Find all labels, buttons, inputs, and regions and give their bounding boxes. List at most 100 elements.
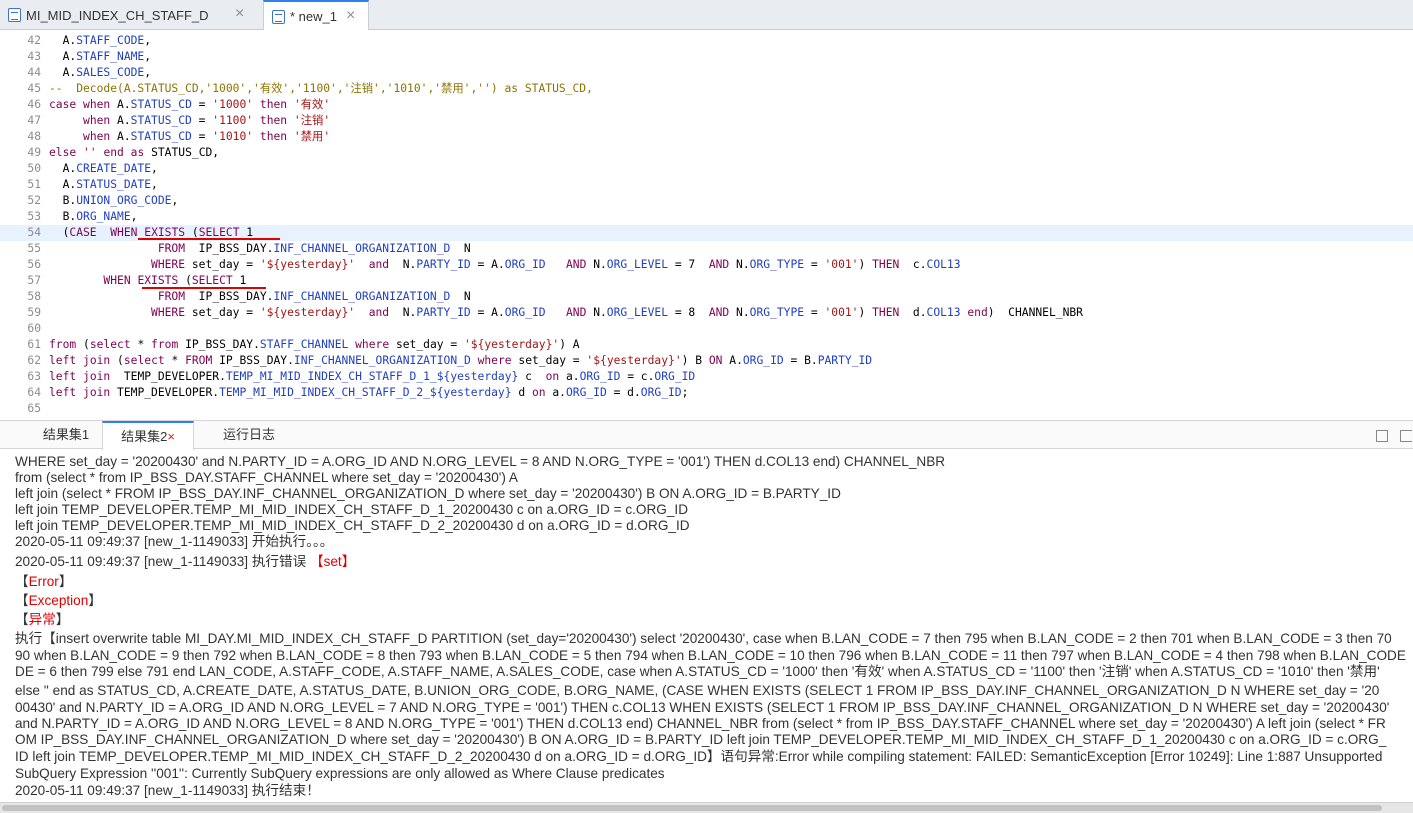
- close-icon[interactable]: ×: [167, 429, 175, 444]
- log-text: 90 when B.LAN_CODE = 9 then 792 when B.L…: [15, 648, 1406, 663]
- line-number: 53: [27, 210, 41, 223]
- log-line: left join TEMP_DEVELOPER.TEMP_MI_MID_IND…: [15, 502, 688, 518]
- log-line: left join TEMP_DEVELOPER.TEMP_MI_MID_IND…: [15, 518, 690, 534]
- line-number: 46: [27, 98, 41, 111]
- log-line: 【Exception】: [15, 593, 102, 609]
- log-line: DE = 6 then 799 else 791 end LAN_CODE, A…: [15, 664, 1380, 680]
- red-underline-annotation: [142, 287, 266, 289]
- log-line: left join (select * FROM IP_BSS_DAY.INF_…: [15, 486, 841, 502]
- code-line[interactable]: 49 else '' end as STATUS_CD,: [0, 145, 1413, 161]
- sql-file-icon: [272, 10, 285, 24]
- tab-run-log[interactable]: 运行日志: [208, 421, 290, 449]
- code-text: A.SALES_CODE,: [49, 66, 152, 79]
- code-line[interactable]: 47 when A.STATUS_CD = '1100' then '注销': [0, 113, 1413, 129]
- log-text: else '' end as STATUS_CD, A.CREATE_DATE,…: [15, 683, 1380, 698]
- log-text: WHERE set_day = '20200430' and N.PARTY_I…: [15, 454, 946, 469]
- log-line: 执行【insert overwrite table MI_DAY.MI_MID_…: [15, 631, 1392, 647]
- line-number: 61: [27, 338, 41, 351]
- sql-code-editor[interactable]: 65 64 left join TEMP_DEVELOPER.TEMP_MI_MID…: [0, 30, 1413, 420]
- log-line: from (select * from IP_BSS_DAY.STAFF_CHA…: [15, 470, 518, 486]
- code-line[interactable]: 50 A.CREATE_DATE,: [0, 161, 1413, 177]
- log-text: 2020-05-11 09:49:37 [new_1-1149033] 执行结束…: [15, 783, 320, 798]
- log-line: ID left join TEMP_DEVELOPER.TEMP_MI_MID_…: [15, 749, 1382, 765]
- code-line[interactable]: 46 case when A.STATUS_CD = '1000' then '有…: [0, 97, 1413, 113]
- line-number: 58: [27, 290, 41, 303]
- line-number: 47: [27, 114, 41, 127]
- log-text: 【: [15, 574, 29, 589]
- horizontal-scrollbar[interactable]: [0, 802, 1413, 813]
- maximize-icon[interactable]: [1376, 430, 1388, 442]
- close-icon[interactable]: ×: [346, 7, 355, 25]
- red-underline-annotation: [138, 238, 280, 240]
- code-text: -- Decode(A.STATUS_CD,'1000','有效','1100'…: [49, 82, 593, 95]
- code-line[interactable]: 55 FROM IP_BSS_DAY.INF_CHANNEL_ORGANIZAT…: [0, 241, 1413, 257]
- code-text: when A.STATUS_CD = '1100' then '注销': [83, 114, 331, 127]
- editor-tab-mi-mid-index[interactable]: MI_MID_INDEX_CH_STAFF_D ×: [0, 0, 260, 30]
- log-line: and N.PARTY_ID = A.ORG_ID AND N.ORG_LEVE…: [15, 716, 1386, 732]
- log-highlight: Exception: [28, 593, 89, 608]
- tab-label: 结果集2: [121, 429, 168, 444]
- line-number: 51: [27, 178, 41, 191]
- minimize-icon[interactable]: [1400, 430, 1412, 442]
- code-text: when A.STATUS_CD = '1010' then '禁用': [83, 130, 331, 143]
- line-number: 56: [27, 258, 41, 271]
- log-line: 2020-05-11 09:49:37 [new_1-1149033] 开始执行…: [15, 534, 333, 550]
- code-text: B.UNION_ORG_CODE,: [49, 194, 179, 207]
- tab-result-set-2[interactable]: 结果集2×: [102, 421, 194, 450]
- line-number: 44: [27, 66, 41, 79]
- code-line[interactable]: 58 FROM IP_BSS_DAY.INF_CHANNEL_ORGANIZAT…: [0, 289, 1413, 305]
- log-text: left join TEMP_DEVELOPER.TEMP_MI_MID_IND…: [15, 518, 690, 533]
- log-text: left join TEMP_DEVELOPER.TEMP_MI_MID_IND…: [15, 502, 689, 517]
- log-highlight: 异常: [28, 612, 56, 627]
- code-line[interactable]: 64 left join TEMP_DEVELOPER.TEMP_MI_MID_I…: [0, 385, 1413, 401]
- code-text: A.STAFF_CODE,: [49, 34, 152, 47]
- log-highlight: 【set】: [309, 554, 356, 569]
- line-number: 60: [27, 322, 41, 335]
- code-text: from (select * from IP_BSS_DAY.STAFF_CHA…: [49, 338, 580, 351]
- line-number: 43: [27, 50, 41, 63]
- log-text: 【: [15, 593, 29, 608]
- code-text: A.STAFF_NAME,: [49, 50, 152, 63]
- code-text: left join TEMP_DEVELOPER.TEMP_MI_MID_IND…: [49, 386, 689, 399]
- code-line[interactable]: 45 -- Decode(A.STATUS_CD,'1000','有效','110…: [0, 81, 1413, 97]
- log-text: 】: [88, 593, 102, 608]
- code-text: A.STATUS_DATE,: [49, 178, 158, 191]
- code-line[interactable]: 51 A.STATUS_DATE,: [0, 177, 1413, 193]
- code-text: B.ORG_NAME,: [49, 210, 138, 223]
- code-line[interactable]: 59 WHERE set_day = '${yesterday}' and N.…: [0, 305, 1413, 321]
- line-number: 65: [27, 402, 41, 415]
- code-text: FROM IP_BSS_DAY.INF_CHANNEL_ORGANIZATION…: [157, 290, 471, 303]
- line-number: 55: [27, 242, 41, 255]
- code-line[interactable]: 63 left join TEMP_DEVELOPER.TEMP_MI_MID_I…: [0, 369, 1413, 385]
- code-line[interactable]: 42 A.STAFF_CODE,: [0, 33, 1413, 49]
- code-line[interactable]: 43 A.STAFF_NAME,: [0, 49, 1413, 65]
- line-number: 48: [27, 130, 41, 143]
- code-line[interactable]: 48 when A.STATUS_CD = '1010' then '禁用': [0, 129, 1413, 145]
- log-text: and N.PARTY_ID = A.ORG_ID AND N.ORG_LEVE…: [15, 716, 1386, 731]
- code-line[interactable]: 65: [0, 401, 1413, 417]
- line-number: 52: [27, 194, 41, 207]
- code-text: A.CREATE_DATE,: [49, 162, 158, 175]
- code-line[interactable]: 44 A.SALES_CODE,: [0, 65, 1413, 81]
- log-text: OM IP_BSS_DAY.INF_CHANNEL_ORGANIZATION_D…: [15, 732, 1387, 747]
- tab-result-set-1[interactable]: 结果集1: [30, 421, 102, 449]
- code-line[interactable]: 52 B.UNION_ORG_CODE,: [0, 193, 1413, 209]
- editor-tab-new-1[interactable]: * new_1 ×: [263, 0, 369, 31]
- run-log-output[interactable]: WHERE set_day = '20200430' and N.PARTY_I…: [0, 450, 1413, 802]
- log-line: 2020-05-11 09:49:37 [new_1-1149033] 执行错误…: [15, 554, 355, 570]
- code-line[interactable]: 61 from (select * from IP_BSS_DAY.STAFF_C…: [0, 337, 1413, 353]
- code-text: else '' end as STATUS_CD,: [49, 146, 220, 159]
- code-line[interactable]: 62 left join (select * FROM IP_BSS_DAY.IN…: [0, 353, 1413, 369]
- scrollbar-thumb[interactable]: [2, 805, 1382, 811]
- code-line[interactable]: 53 B.ORG_NAME,: [0, 209, 1413, 225]
- code-text: left join TEMP_DEVELOPER.TEMP_MI_MID_IND…: [49, 370, 696, 383]
- line-number: 54: [27, 226, 41, 239]
- code-text: WHERE set_day = '${yesterday}' and N.PAR…: [151, 258, 961, 271]
- editor-tab-bar: MI_MID_INDEX_CH_STAFF_D × * new_1 ×: [0, 0, 1413, 31]
- log-line: 【Error】: [15, 574, 72, 590]
- close-icon[interactable]: ×: [235, 5, 244, 23]
- code-line[interactable]: 60: [0, 321, 1413, 337]
- code-line[interactable]: 56 WHERE set_day = '${yesterday}' and N.…: [0, 257, 1413, 273]
- log-text: 00430' and N.PARTY_ID = A.ORG_ID AND N.O…: [15, 700, 1390, 715]
- line-number: 45: [27, 82, 41, 95]
